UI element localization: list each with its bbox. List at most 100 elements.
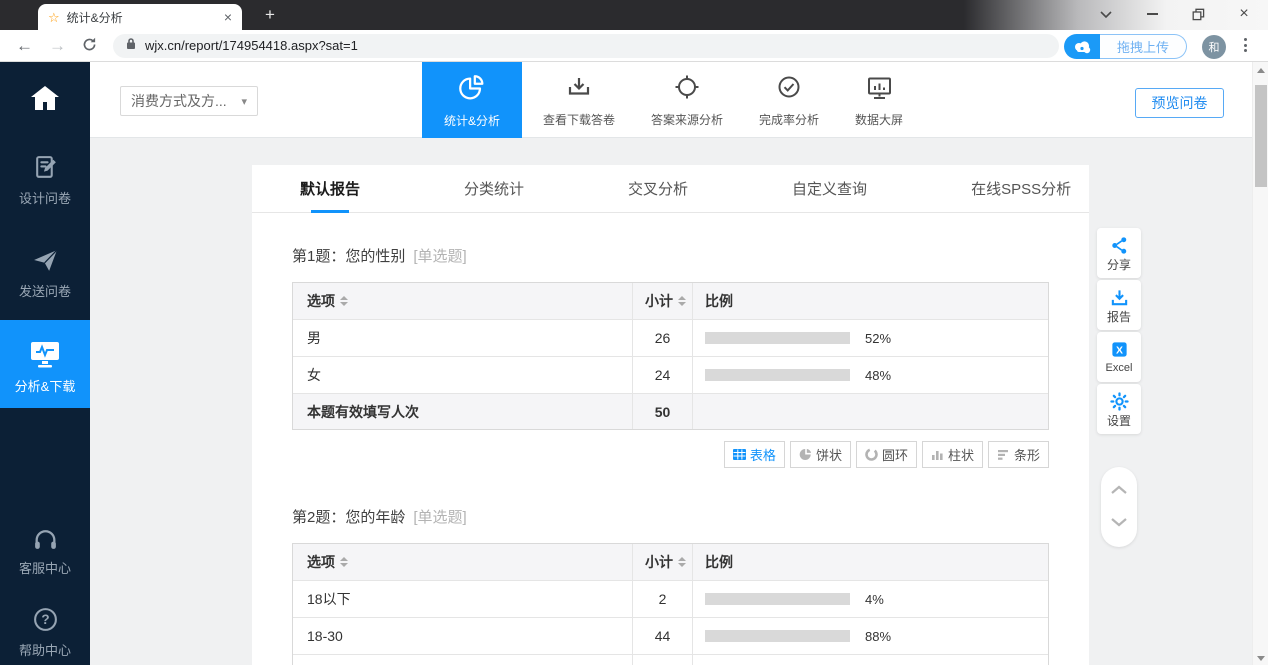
share-button[interactable]: 分享 — [1097, 228, 1141, 278]
settings-button[interactable]: 设置 — [1097, 384, 1141, 434]
table-row: 男 26 52% — [293, 319, 1048, 356]
table-row: 18以下 2 4% — [293, 580, 1048, 617]
svg-text:X: X — [1116, 345, 1123, 356]
report-tab-category[interactable]: 分类统计 — [464, 165, 524, 213]
chart-type-switcher: 表格 饼状 圆环 柱状 条形 — [292, 441, 1049, 468]
tab-answer-source-analysis[interactable]: 答案来源分析 — [636, 62, 738, 138]
page-scrollbar[interactable] — [1252, 62, 1268, 665]
question-pager — [1101, 467, 1137, 547]
chart-type-donut-button[interactable]: 圆环 — [856, 441, 917, 468]
excel-export-button[interactable]: X Excel — [1097, 332, 1141, 382]
sidebar-item-design[interactable]: 设计问卷 — [0, 154, 90, 205]
sidebar-item-label: 设计问卷 — [19, 192, 71, 205]
window-menu-chevron-icon[interactable] — [1098, 6, 1114, 22]
cloud-upload-extension[interactable]: 拖拽上传 — [1064, 34, 1187, 59]
question-title-text: 第1题：您的性别 — [292, 248, 405, 265]
header-option[interactable]: 选项 — [293, 283, 633, 319]
tab-completion-rate-analysis[interactable]: 完成率分析 — [744, 62, 834, 138]
chart-type-bar-button[interactable]: 条形 — [988, 441, 1049, 468]
close-window-button[interactable]: × — [1236, 6, 1252, 22]
report-download-button[interactable]: 报告 — [1097, 280, 1141, 330]
sidebar-item-home[interactable] — [0, 85, 90, 116]
report-tab-custom[interactable]: 自定义查询 — [792, 165, 867, 213]
browser-menu-icon[interactable] — [1244, 38, 1247, 52]
avatar[interactable]: 和 — [1202, 35, 1226, 59]
sidebar-item-analyze[interactable]: 分析&下载 — [0, 320, 90, 408]
check-circle-icon — [775, 74, 803, 107]
minimize-button[interactable] — [1144, 6, 1160, 22]
header-ratio: 比例 — [693, 283, 1048, 319]
favicon-star-icon: ☆ — [48, 11, 60, 24]
chart-type-pie-button[interactable]: 饼状 — [790, 441, 851, 468]
header-count[interactable]: 小计 — [633, 283, 693, 319]
scroll-down-chevron-icon[interactable] — [1110, 514, 1128, 532]
preview-survey-button[interactable]: 预览问卷 — [1135, 88, 1224, 118]
question-1-block: 第1题：您的性别[单选题] 选项 小计 比例 男 26 52% 女 — [252, 247, 1089, 665]
function-tabs: 统计&分析 查看下载答卷 答案来源分析 完成率分析 数据大屏 — [422, 62, 924, 138]
tab-statistics-analysis[interactable]: 统计&分析 — [422, 62, 522, 138]
tab-data-screen[interactable]: 数据大屏 — [840, 62, 918, 138]
url-text: wjx.cn/report/174954418.aspx?sat=1 — [145, 38, 358, 53]
back-icon[interactable]: ← — [16, 37, 33, 54]
sidebar-item-help[interactable]: ? 帮助中心 — [0, 606, 90, 657]
scrollbar-down-arrow[interactable] — [1257, 656, 1265, 661]
tool-label: Excel — [1106, 363, 1133, 374]
survey-selector-dropdown[interactable]: 消费方式及方... ▾ — [120, 86, 258, 116]
tab-close-icon[interactable]: × — [224, 9, 232, 25]
question-title-text: 第2题：您的年龄 — [292, 509, 405, 526]
sidebar-item-service[interactable]: 客服中心 — [0, 526, 90, 575]
header-option[interactable]: 选项 — [293, 544, 633, 580]
percent-label: 4% — [865, 592, 884, 607]
lock-icon — [125, 37, 137, 55]
sort-icon[interactable] — [678, 296, 686, 306]
percent-label: 48% — [865, 368, 891, 383]
count-cell: 2 — [633, 581, 693, 617]
count-cell: 44 — [633, 618, 693, 654]
restore-button[interactable] — [1190, 6, 1206, 22]
headphones-icon — [32, 526, 59, 556]
reload-icon[interactable] — [82, 37, 97, 55]
sort-icon[interactable] — [678, 557, 686, 567]
ratio-cell: 88% — [693, 618, 1048, 654]
option-cell: 女 — [293, 357, 633, 393]
table-row-partial — [293, 654, 1048, 665]
url-bar[interactable]: wjx.cn/report/174954418.aspx?sat=1 — [113, 34, 1059, 58]
sidebar-item-send[interactable]: 发送问卷 — [0, 247, 90, 298]
option-cell: 18以下 — [293, 581, 633, 617]
sidebar-item-label: 帮助中心 — [19, 644, 71, 657]
browser-tab-title: 统计&分析 — [67, 9, 217, 26]
bar-track — [705, 630, 850, 642]
bar-track — [705, 593, 850, 605]
drag-upload-button[interactable]: 拖拽上传 — [1100, 34, 1187, 59]
app-topbar: 消费方式及方... ▾ 统计&分析 查看下载答卷 答案来源分析 完成率分析 — [90, 62, 1252, 138]
bar-track — [705, 369, 850, 381]
question-2-title: 第2题：您的年龄[单选题] — [292, 508, 1049, 528]
question-1-title: 第1题：您的性别[单选题] — [292, 247, 1049, 267]
table-header-row: 选项 小计 比例 — [293, 283, 1048, 319]
tab-view-download-answers[interactable]: 查看下载答卷 — [528, 62, 630, 138]
scrollbar-up-arrow[interactable] — [1257, 68, 1265, 73]
floating-toolbar: 分享 报告 X Excel — [1097, 228, 1141, 434]
sort-icon[interactable] — [340, 557, 348, 567]
chart-type-table-button[interactable]: 表格 — [724, 441, 785, 468]
table-grid-icon — [733, 448, 746, 461]
browser-tab[interactable]: ☆ 统计&分析 × — [38, 4, 242, 30]
header-ratio: 比例 — [693, 544, 1048, 580]
browser-titlebar: ☆ 统计&分析 × + × — [0, 0, 1268, 30]
tab-label: 答案来源分析 — [651, 114, 723, 126]
scroll-up-chevron-icon[interactable] — [1110, 482, 1128, 500]
home-icon — [30, 85, 60, 116]
survey-selector-value: 消费方式及方... — [131, 91, 241, 111]
new-tab-button[interactable]: + — [256, 0, 284, 30]
report-tab-spss[interactable]: 在线SPSS分析 — [971, 165, 1071, 213]
paper-plane-icon — [32, 247, 59, 279]
scrollbar-thumb[interactable] — [1255, 85, 1267, 187]
header-count[interactable]: 小计 — [633, 544, 693, 580]
sort-icon[interactable] — [340, 296, 348, 306]
pie-icon — [799, 448, 812, 461]
option-cell: 18-30 — [293, 618, 633, 654]
sidebar-item-label: 客服中心 — [19, 562, 71, 575]
report-tab-default[interactable]: 默认报告 — [300, 165, 360, 213]
chart-type-column-button[interactable]: 柱状 — [922, 441, 983, 468]
report-tab-cross[interactable]: 交叉分析 — [628, 165, 688, 213]
